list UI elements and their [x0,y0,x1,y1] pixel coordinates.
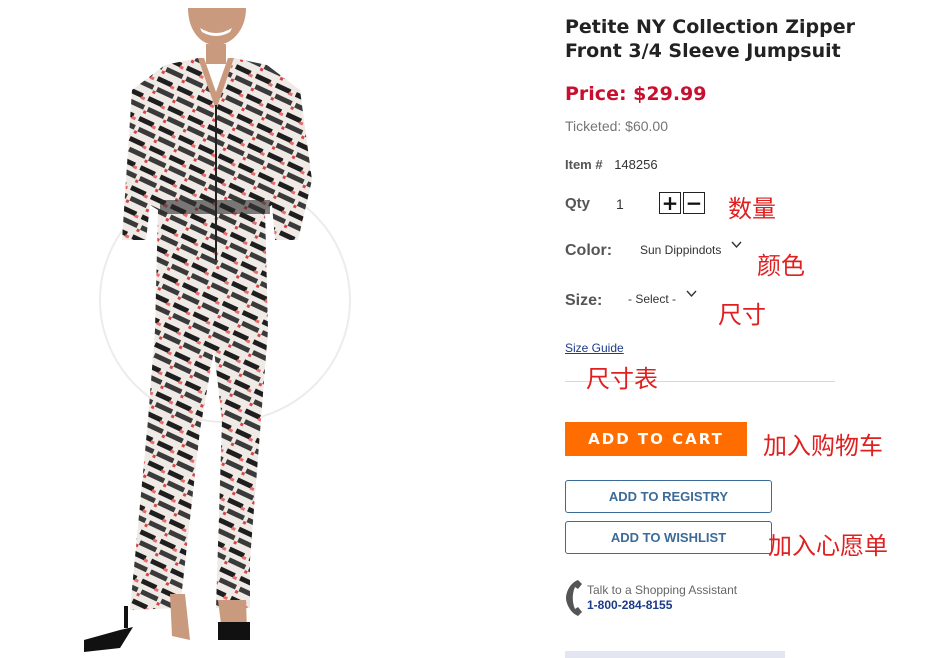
qty-value[interactable]: 1 [616,196,624,212]
annotation-size: 尺寸 [718,301,766,329]
product-price: Price: $29.99 [565,83,707,105]
annotation-add-to-cart: 加入购物车 [763,432,883,460]
color-label: Color: [565,242,613,259]
product-title: Petite NY Collection Zipper Front 3/4 Sl… [565,16,855,62]
annotation-qty: 数量 [728,195,776,223]
assistant-phone-number[interactable]: 1-800-284-8155 [587,598,672,612]
item-number-row: Item # 148256 [565,157,658,172]
color-select[interactable]: Sun Dippindots [640,241,742,263]
qty-label: Qty [565,195,591,212]
bottom-panel [565,651,785,658]
annotation-size-guide: 尺寸表 [586,365,658,393]
qty-decrease-button[interactable]: − [683,192,705,214]
item-number-value: 148256 [614,157,658,172]
annotation-add-to-wishlist: 加入心愿单 [768,532,888,560]
annotation-color: 颜色 [757,252,805,280]
add-to-cart-button[interactable]: ADD TO CART [565,422,747,456]
add-to-wishlist-button[interactable]: ADD TO WISHLIST [565,521,772,554]
ticketed-price: Ticketed: $60.00 [565,118,668,134]
item-number-label: Item # [565,157,603,172]
size-selected-value: - Select - [628,292,677,306]
product-image[interactable] [0,0,430,658]
size-guide-link[interactable]: Size Guide [565,341,624,355]
size-label: Size: [565,292,603,309]
assistant-label: Talk to a Shopping Assistant [587,583,738,597]
chevron-down-icon [731,241,742,263]
phone-icon [565,578,585,623]
chevron-down-icon [686,290,697,312]
color-selected-value: Sun Dippindots [640,243,722,257]
qty-increase-button[interactable]: + [659,192,681,214]
add-to-registry-button[interactable]: ADD TO REGISTRY [565,480,772,513]
size-select[interactable]: - Select - [628,290,697,312]
